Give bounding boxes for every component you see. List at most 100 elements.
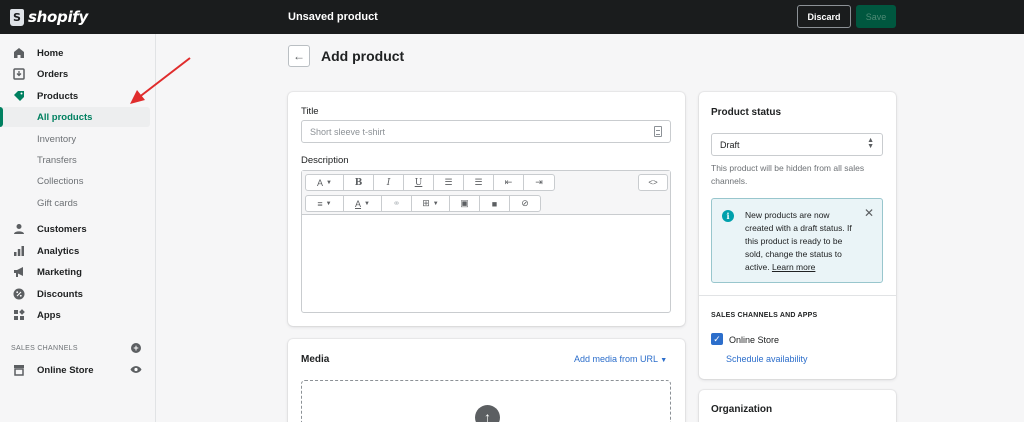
tag-icon	[12, 89, 26, 103]
draft-info-banner: i New products are now created with a dr…	[711, 198, 883, 283]
title-field[interactable]	[301, 120, 671, 143]
sales-channels-heading: SALES CHANNELS	[11, 345, 78, 352]
sales-channels-apps-heading: SALES CHANNELS AND APPS	[711, 312, 818, 319]
shopify-logo[interactable]: shopify	[10, 8, 88, 26]
sidebar-item-marketing[interactable]: Marketing	[0, 262, 150, 282]
megaphone-icon	[12, 265, 26, 279]
html-group: <>	[638, 174, 668, 191]
italic-button[interactable]: I	[374, 175, 404, 190]
caret-down-icon: ▼	[660, 357, 668, 364]
home-icon	[12, 46, 26, 60]
discard-button[interactable]: Discard	[797, 5, 851, 28]
media-dropzone[interactable]: ↑	[301, 380, 671, 422]
sidebar-item-label: Apps	[37, 309, 61, 321]
caret-down-icon: ▼	[325, 200, 332, 207]
status-select-value: Draft	[720, 140, 740, 150]
select-arrows-icon: ▲ ▼	[867, 137, 874, 150]
table-icon: ⊞	[422, 198, 430, 208]
sidebar-item-orders[interactable]: Orders	[0, 64, 150, 84]
title-input[interactable]	[302, 121, 642, 142]
insert-group: ≡ ▼ A ▼ ⚭ ⊞ ▼ ▣ ■ ⊘	[305, 195, 541, 212]
orders-icon	[12, 67, 26, 81]
discount-icon	[12, 287, 26, 301]
learn-more-link[interactable]: Learn more	[772, 262, 815, 272]
add-media-from-url-link[interactable]: Add media from URL ▼	[574, 354, 667, 364]
eye-icon[interactable]	[130, 365, 142, 377]
sidebar-item-online-store[interactable]: Online Store	[0, 360, 150, 380]
clear-format-icon: ⊘	[521, 198, 529, 208]
html-view-button[interactable]: <>	[639, 175, 667, 190]
page-status-title: Unsaved product	[288, 11, 378, 23]
indent-button[interactable]: ⇥	[524, 175, 554, 190]
clear-formatting-button[interactable]: ⊘	[510, 196, 540, 211]
sidebar-item-label: Marketing	[37, 266, 82, 278]
link-icon: ⚭	[392, 198, 401, 208]
shopify-bag-icon	[10, 8, 24, 26]
link-button[interactable]: ⚭	[382, 196, 412, 211]
sidebar-subitem-collections[interactable]: Collections	[0, 171, 150, 191]
outdent-button[interactable]: ⇤	[494, 175, 524, 190]
align-left-icon: ≡	[317, 198, 323, 209]
text-color-dropdown[interactable]: A ▼	[344, 196, 382, 211]
close-icon[interactable]: ✕	[864, 206, 874, 220]
arrow-left-icon: ←	[293, 49, 305, 63]
image-icon: ▣	[460, 198, 469, 208]
status-help-text: This product will be hidden from all sal…	[711, 163, 865, 186]
caret-down-icon: ▼	[364, 200, 370, 207]
insert-image-button[interactable]: ▣	[450, 196, 480, 211]
document-icon	[654, 126, 662, 137]
sidebar-subitem-all-products[interactable]: All products	[0, 107, 150, 127]
logo-text: shopify	[28, 8, 88, 26]
sidebar-subitem-gift-cards[interactable]: Gift cards	[0, 193, 150, 213]
sidebar-item-label: Online Store	[37, 364, 94, 376]
page-title: Add product	[321, 48, 405, 64]
save-button[interactable]: Save	[856, 5, 896, 28]
sidebar-subitem-label: Gift cards	[37, 197, 78, 209]
top-bar: shopify Unsaved product Discard Save	[0, 0, 1024, 34]
sidebar-item-label: Products	[37, 90, 79, 102]
schedule-availability-link[interactable]: Schedule availability	[726, 354, 808, 364]
person-icon	[12, 222, 26, 236]
add-media-from-url-label: Add media from URL	[574, 354, 658, 364]
numbered-list-icon: ☰	[474, 177, 483, 187]
align-dropdown[interactable]: ≡ ▼	[306, 196, 344, 211]
upload-arrow-icon[interactable]: ↑	[475, 405, 500, 422]
sidebar-item-customers[interactable]: Customers	[0, 219, 150, 239]
bullet-list-button[interactable]: ☰	[434, 175, 464, 190]
sidebar-subitem-label: Collections	[37, 175, 84, 187]
title-label: Title	[301, 106, 319, 117]
add-sales-channel-icon[interactable]: +	[131, 343, 141, 353]
online-store-checkbox-label: Online Store	[729, 335, 780, 345]
status-select[interactable]: Draft ▲ ▼	[711, 133, 883, 156]
underline-button[interactable]: U	[404, 175, 434, 190]
table-dropdown[interactable]: ⊞ ▼	[412, 196, 450, 211]
organization-title: Organization	[711, 404, 773, 415]
sidebar-subitem-transfers[interactable]: Transfers	[0, 150, 150, 170]
info-icon: i	[722, 210, 734, 222]
apps-icon	[12, 308, 26, 322]
description-label: Description	[301, 155, 349, 166]
sidebar-item-label: Home	[37, 47, 64, 59]
sidebar-item-apps[interactable]: Apps	[0, 305, 150, 325]
description-editor[interactable]: A ▼ B I U ☰ ☰ ⇤ ⇥ <> ≡ ▼ A ▼ ⚭ ⊞ ▼ ▣ ■ ⊘	[301, 170, 671, 313]
sidebar-item-discounts[interactable]: Discounts	[0, 284, 150, 304]
sidebar-subitem-label: All products	[37, 111, 93, 123]
caret-down-icon: ▼	[432, 200, 439, 207]
font-style-dropdown[interactable]: A ▼	[306, 175, 344, 190]
divider	[699, 295, 896, 296]
sidebar-item-products[interactable]: Products	[0, 86, 150, 106]
bold-button[interactable]: B	[344, 175, 374, 190]
media-title: Media	[301, 354, 330, 365]
text-color-icon: A	[355, 198, 362, 209]
sidebar-subitem-inventory[interactable]: Inventory	[0, 129, 150, 149]
indent-icon: ⇥	[535, 177, 543, 187]
back-button[interactable]: ←	[288, 45, 310, 67]
sidebar-item-label: Discounts	[37, 288, 83, 300]
online-store-checkbox[interactable]: ✓	[711, 333, 723, 345]
numbered-list-button[interactable]: ☰	[464, 175, 494, 190]
sidebar-item-analytics[interactable]: Analytics	[0, 241, 150, 261]
checkmark-icon: ✓	[713, 334, 721, 344]
insert-video-button[interactable]: ■	[480, 196, 510, 211]
product-status-title: Product status	[711, 107, 782, 118]
sidebar-item-home[interactable]: Home	[0, 43, 150, 63]
